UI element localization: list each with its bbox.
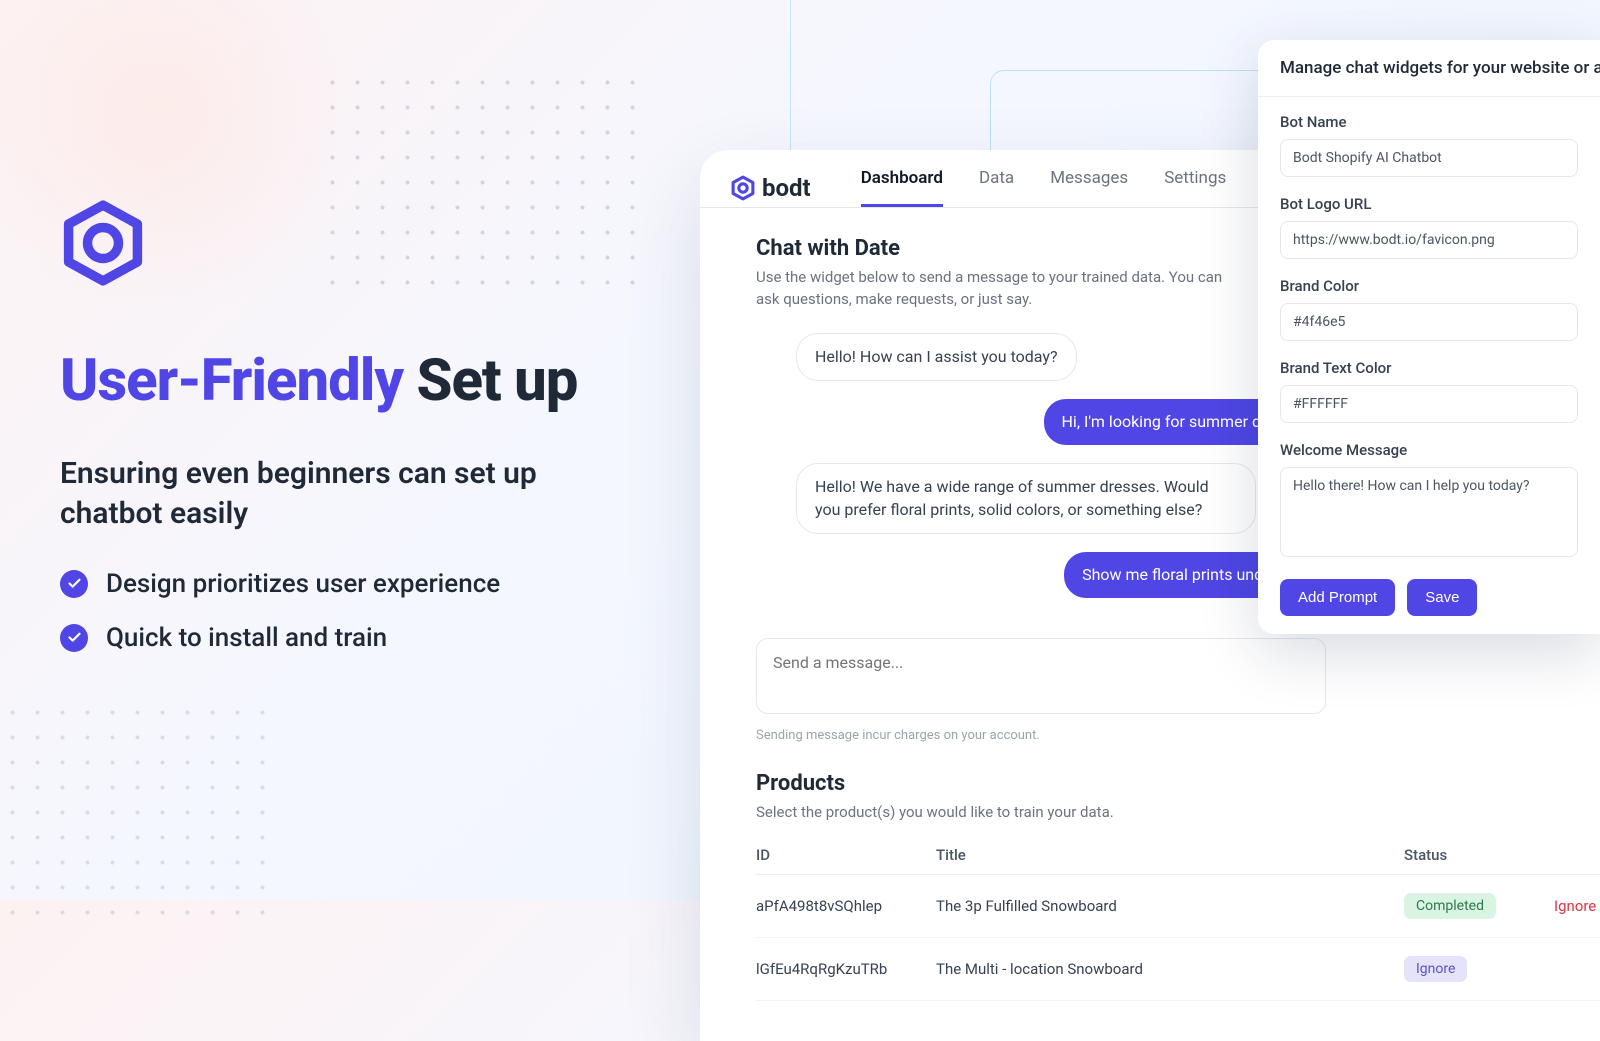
charge-hint: Sending message incur charges on your ac… [756, 728, 1600, 743]
welcome-input[interactable]: Hello there! How can I help you today? [1280, 467, 1578, 557]
chat-section-subtitle: Use the widget below to send a message t… [756, 267, 1236, 311]
benefit-item: Quick to install and train [60, 623, 680, 653]
col-id: ID [756, 836, 936, 875]
panel-title: Manage chat widgets for your website or … [1258, 40, 1600, 97]
logo-url-input[interactable] [1280, 221, 1578, 259]
chat-thread: Hello! How can I assist you today? Hi, I… [756, 333, 1326, 617]
page-headline: User-Friendly Set up [60, 350, 680, 414]
chat-bubble-bot: Hello! We have a wide range of summer dr… [796, 463, 1256, 534]
col-action [1554, 836, 1600, 875]
status-badge: Completed [1404, 893, 1496, 919]
brand-color-label: Brand Color [1280, 277, 1578, 295]
text-color-input[interactable] [1280, 385, 1578, 423]
widget-settings-panel: Manage chat widgets for your website or … [1258, 40, 1600, 634]
bot-name-label: Bot Name [1280, 113, 1578, 131]
products-table: ID Title Status aPfA498t8vSQhlep The 3p … [756, 836, 1600, 1001]
benefit-item: Design prioritizes user experience [60, 569, 680, 599]
table-row[interactable]: aPfA498t8vSQhlep The 3p Fulfilled Snowbo… [756, 875, 1600, 938]
check-icon [60, 624, 88, 652]
brand-color-input[interactable] [1280, 303, 1578, 341]
products-title: Products [756, 771, 1600, 796]
tab-messages[interactable]: Messages [1050, 168, 1128, 207]
welcome-label: Welcome Message [1280, 441, 1578, 459]
col-status: Status [1404, 836, 1554, 875]
tab-settings[interactable]: Settings [1164, 168, 1226, 207]
text-color-label: Brand Text Color [1280, 359, 1578, 377]
add-prompt-button[interactable]: Add Prompt [1280, 579, 1395, 616]
products-subtitle: Select the product(s) you would like to … [756, 802, 1236, 824]
logo-url-label: Bot Logo URL [1280, 195, 1578, 213]
bot-name-input[interactable] [1280, 139, 1578, 177]
brand-logo [60, 200, 680, 290]
message-input[interactable] [756, 638, 1326, 714]
tab-dashboard[interactable]: Dashboard [861, 168, 943, 207]
col-title: Title [936, 836, 1404, 875]
app-brand: bodt [730, 174, 811, 202]
page-subhead: Ensuring even beginners can set up chatb… [60, 454, 620, 535]
table-row[interactable]: lGfEu4RqRgKzuTRb The Multi - location Sn… [756, 938, 1600, 1001]
chat-bubble-bot: Hello! How can I assist you today? [796, 333, 1077, 381]
check-icon [60, 570, 88, 598]
tab-data[interactable]: Data [979, 168, 1014, 207]
save-button[interactable]: Save [1407, 579, 1477, 616]
status-badge: Ignore [1404, 956, 1467, 982]
